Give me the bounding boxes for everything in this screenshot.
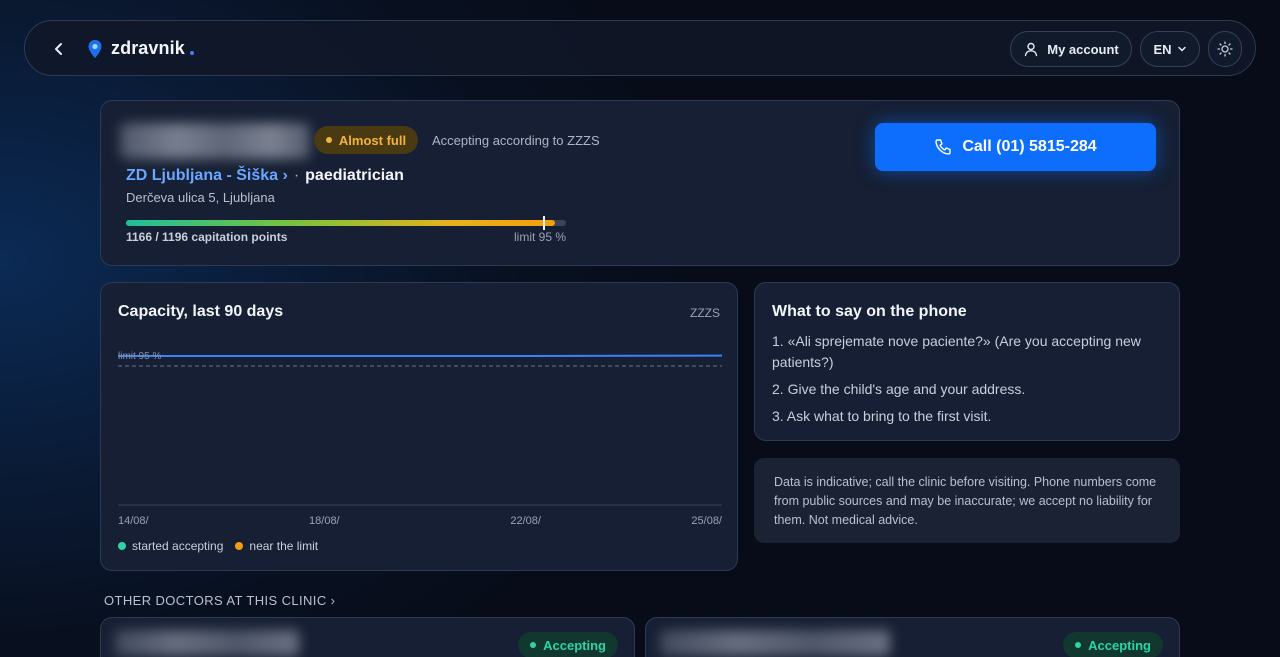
specialty: paediatrician [305,167,404,184]
x-tick-label: 18/08/ [309,515,341,527]
chart-legend: started accepting near the limit [118,539,318,553]
chevron-left-icon [55,43,62,55]
legend-item-near: near the limit [235,539,318,553]
phone-step: 1. «Ali sprejemate nove paciente?» (Are … [772,333,1141,370]
phone-script-title: What to say on the phone [772,303,967,320]
phone-script-list: 1. «Ali sprejemate nove paciente?» (Are … [772,331,1167,433]
accepting-badge-label: Accepting [1088,637,1151,653]
accepting-dot [530,642,537,648]
capitation-progress-bar [126,216,566,230]
accepting-badge: Accepting [1063,632,1163,657]
phone-script-card: What to say on the phone 1. «Ali sprejem… [754,282,1180,441]
doctor-name-redacted [120,123,310,159]
legend-dot-near [235,542,244,550]
phone-icon [935,139,952,155]
language-label: EN [1153,41,1172,57]
legend-dot-started [118,542,126,550]
legend-item-started: started accepting [118,539,223,553]
accepting-dot [1075,642,1082,648]
legend-label-near: near the limit [249,539,319,553]
status-badge: Almost full [314,126,418,154]
call-button-label: Call (01) 5815-284 [962,138,1097,155]
my-account-button[interactable]: My account [1010,31,1132,67]
capitation-progress-fill [126,220,555,226]
theme-toggle-button[interactable] [1208,31,1242,67]
other-doctor-card[interactable]: Accepting [100,617,635,657]
sun-icon [1217,41,1233,57]
limit-label: limit 95 % [513,230,566,244]
disclaimer: Data is indicative; call the clinic befo… [754,458,1180,543]
status-dot [325,137,332,143]
call-button[interactable]: Call (01) 5815-284 [875,123,1156,171]
my-account-label: My account [1047,41,1119,57]
accepting-note: Accepting according to ZZZS [432,133,600,148]
doctor-card: Almost full Accepting according to ZZZS … [100,100,1180,266]
capacity-chart: limit 95 % 14/08/18/08/22/08/25/08/ [118,351,723,527]
other-doctors-heading[interactable]: OTHER DOCTORS AT THIS CLINIC › [104,593,335,608]
top-bar: zdravnik My account EN [24,20,1256,76]
limit-reference-label: limit 95 % [118,351,161,362]
status-badge-label: Almost full [338,132,407,148]
clinic-line: ZD Ljubljana - Šiška › · paediatrician [126,167,404,185]
brand-dot [189,51,194,55]
phone-step: 3. Ask what to bring to the first visit. [772,408,992,424]
accepting-badge-label: Accepting [543,637,606,653]
brand-logo[interactable]: zdravnik [87,38,194,59]
brand-name: zdravnik [111,38,185,58]
legend-label-started: started accepting [132,539,224,553]
user-icon [1025,42,1038,57]
chevron-down-icon [1177,46,1186,52]
back-button[interactable] [47,37,71,61]
clinic-link[interactable]: ZD Ljubljana - Šiška › [126,167,288,185]
other-doctor-card[interactable]: Accepting [645,617,1180,657]
capitation-points: 1166 / 1196 capitation points [126,230,288,244]
doctor-name-redacted [115,630,299,656]
x-tick-label: 14/08/ [118,515,150,527]
doctor-name-redacted [660,630,890,656]
phone-step: 2. Give the child's age and your address… [772,381,1026,397]
address: Derčeva ulica 5, Ljubljana [126,190,275,205]
language-selector[interactable]: EN [1140,31,1200,67]
clinic-separator: · [293,167,300,184]
x-tick-label: 22/08/ [510,515,542,527]
location-pin-icon [88,39,102,58]
limit-marker [543,216,545,230]
x-tick-label: 25/08/ [691,515,723,527]
capacity-chart-card: Capacity, last 90 days ZZZS limit 95 % 14… [100,282,738,571]
accepting-badge: Accepting [518,632,618,657]
